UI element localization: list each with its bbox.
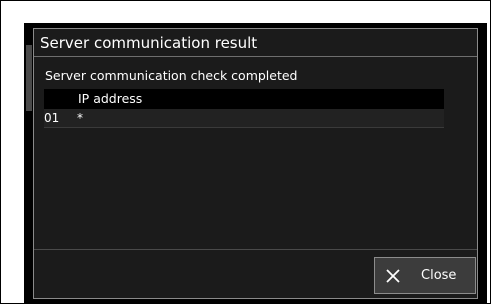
- server-communication-result-dialog: Server communication result Server commu…: [33, 28, 478, 299]
- column-header-ip-address: IP address: [78, 91, 143, 106]
- close-icon: [386, 269, 400, 283]
- table-row[interactable]: 01 *: [44, 109, 444, 128]
- dialog-title: Server communication result: [40, 34, 258, 52]
- close-button-label: Close: [421, 268, 457, 283]
- close-button[interactable]: Close: [374, 257, 476, 294]
- background-tab: [26, 45, 32, 111]
- dialog-title-bar: Server communication result: [34, 29, 477, 57]
- device-frame: Server communication result Server commu…: [0, 0, 491, 304]
- status-message: Server communication check completed: [45, 68, 298, 83]
- row-number: 01: [44, 111, 60, 125]
- ip-address-table: IP address 01 *: [44, 89, 444, 128]
- footer-divider: [34, 249, 477, 250]
- row-ip-address: *: [77, 111, 83, 125]
- device-screen: Server communication result Server commu…: [24, 23, 487, 304]
- table-header: IP address: [44, 89, 444, 109]
